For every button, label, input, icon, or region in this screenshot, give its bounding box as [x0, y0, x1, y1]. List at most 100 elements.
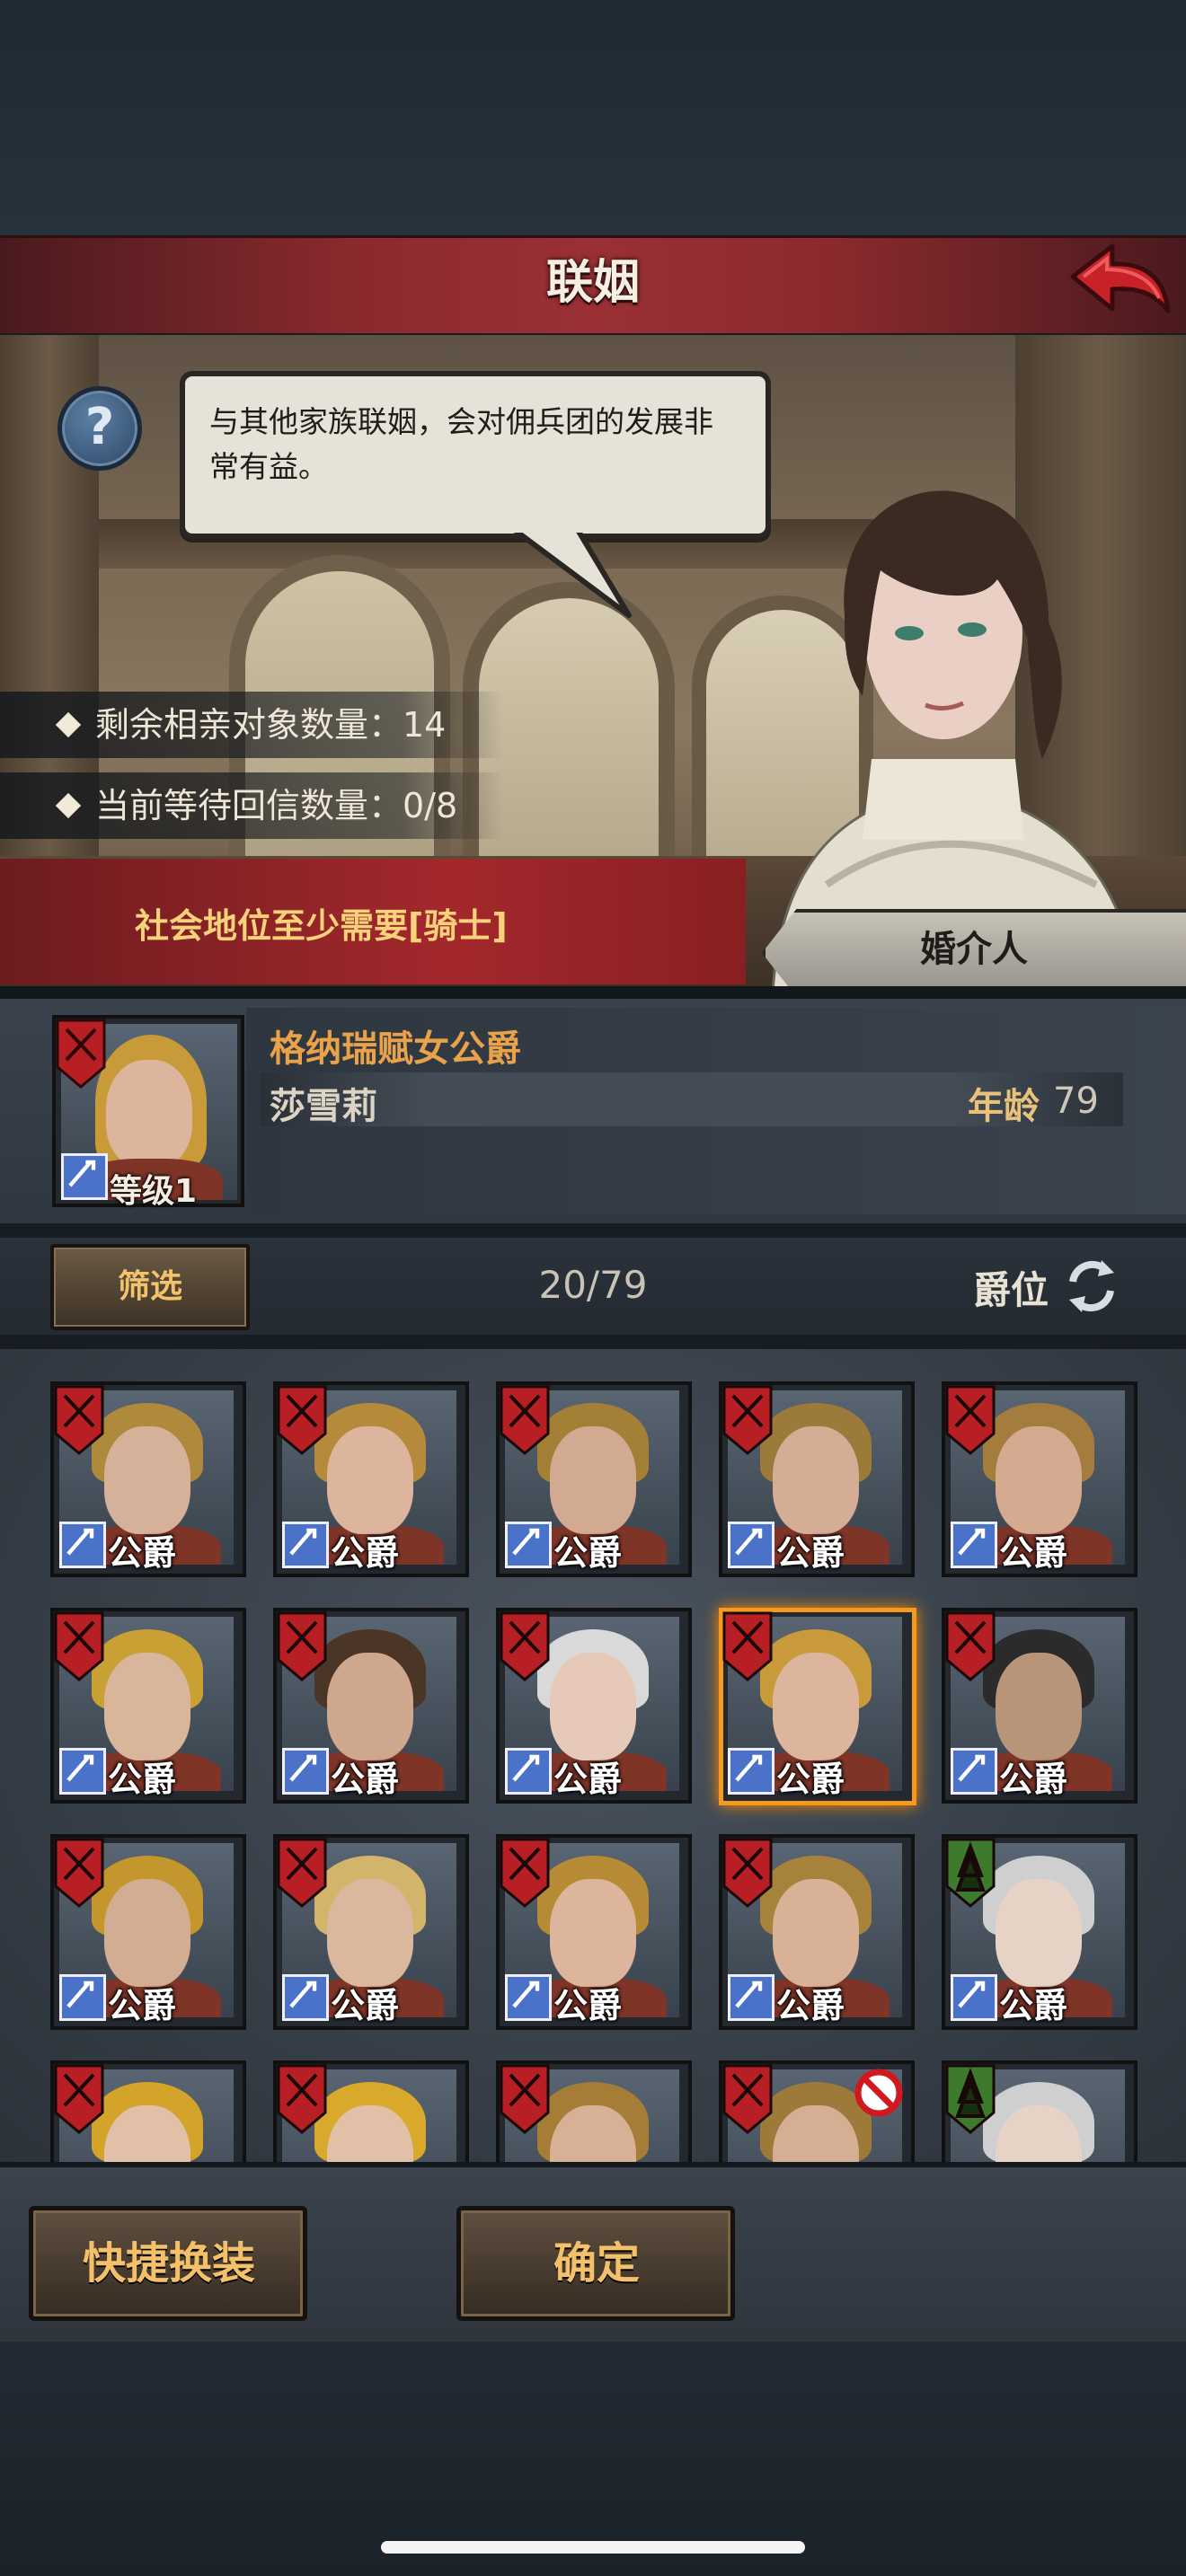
sword-icon — [728, 1974, 774, 2021]
candidate-card[interactable]: 公爵 — [496, 1381, 692, 1577]
crest-icon — [945, 1838, 996, 1908]
divider — [0, 986, 1186, 999]
candidate-card[interactable]: 公爵 — [719, 1834, 915, 2030]
speech-bubble-tail — [503, 525, 632, 618]
face — [773, 1653, 859, 1760]
crest-icon — [277, 2064, 327, 2134]
rank-label: 公爵 — [999, 1533, 1068, 1573]
face — [327, 1426, 413, 1534]
candidate-count: 20/79 — [538, 1263, 648, 1307]
forbidden-icon — [854, 2069, 903, 2117]
confirm-label[interactable]: 确定 — [456, 2210, 737, 2316]
sword-icon — [505, 1748, 552, 1795]
face — [773, 1879, 859, 1987]
candidate-card[interactable]: 公爵 — [50, 1608, 246, 1804]
rank-label: 公爵 — [108, 1986, 177, 2025]
filter-button-label[interactable]: 筛选 — [50, 1244, 250, 1330]
crest-icon — [277, 1611, 327, 1681]
candidate-card[interactable]: 公爵 — [50, 2060, 246, 2162]
sword-icon — [505, 1522, 552, 1568]
crest-icon — [54, 1838, 104, 1908]
rank-label: 公爵 — [776, 1986, 845, 2025]
rank-label: 公爵 — [108, 1533, 177, 1573]
age-value: 79 — [1053, 1081, 1099, 1122]
crest-icon — [54, 1611, 104, 1681]
candidate-card[interactable]: 公爵 — [50, 1834, 246, 2030]
back-button[interactable] — [1066, 241, 1173, 323]
candidate-card[interactable]: 公爵 — [496, 1834, 692, 2030]
face — [550, 1426, 636, 1534]
candidate-card[interactable]: 公爵 — [719, 1381, 915, 1577]
sort-label[interactable]: 爵位 — [973, 1260, 1049, 1315]
sword-icon — [951, 1522, 997, 1568]
home-indicator[interactable] — [381, 2541, 805, 2554]
face — [996, 1426, 1082, 1534]
candidate-card[interactable]: 公爵 — [719, 1608, 916, 1805]
crest-icon — [945, 1385, 996, 1455]
rank-label: 公爵 — [553, 1533, 623, 1573]
crest-icon — [277, 1385, 327, 1455]
matchmaker-label[interactable]: 婚介人 — [762, 909, 1186, 990]
candidate-card[interactable]: 公爵 — [496, 2060, 692, 2162]
face — [773, 1426, 859, 1534]
rank-label: 公爵 — [331, 1986, 400, 2025]
candidate-card[interactable]: 公爵 — [273, 1381, 469, 1577]
candidate-card[interactable]: 公爵 — [942, 1381, 1137, 1577]
sword-icon — [951, 1748, 997, 1795]
face — [996, 1879, 1082, 1987]
sword-icon — [61, 1153, 108, 1200]
crest-icon — [54, 1385, 104, 1455]
candidate-card[interactable]: 公爵 — [273, 1834, 469, 2030]
candidate-card[interactable]: 公爵 — [942, 1608, 1137, 1804]
candidate-card[interactable]: 公爵 — [942, 1834, 1137, 2030]
age-label: 年龄 — [968, 1086, 1040, 1127]
candidate-card[interactable]: 公爵 — [50, 1381, 246, 1577]
crest-icon — [500, 1611, 550, 1681]
face — [327, 1879, 413, 1987]
crest-icon — [945, 2064, 996, 2134]
refresh-icon[interactable] — [1060, 1255, 1123, 1318]
sword-icon — [505, 1974, 552, 2021]
face — [104, 1879, 190, 1987]
candidate-card[interactable]: 公爵 — [719, 2060, 915, 2162]
crest-icon — [500, 1838, 550, 1908]
candidate-card[interactable]: 公爵 — [273, 2060, 469, 2162]
crest-icon — [722, 1838, 773, 1908]
page-title: 联姻 — [545, 256, 640, 310]
face — [996, 1653, 1082, 1760]
candidate-card[interactable]: 公爵 — [273, 1608, 469, 1804]
help-icon[interactable]: ? — [58, 386, 142, 471]
rank-label: 公爵 — [331, 1760, 400, 1799]
rank-label: 公爵 — [331, 1533, 400, 1573]
waiting-count: 当前等待回信数量：0/8 — [95, 786, 458, 825]
rank-label: 公爵 — [776, 1760, 845, 1799]
candidate-card[interactable]: 公爵 — [496, 1608, 692, 1804]
back-arrow-icon — [1070, 243, 1171, 313]
crest-icon — [500, 2064, 550, 2134]
sword-icon — [59, 1522, 106, 1568]
crest-icon — [54, 2064, 104, 2134]
sword-icon — [728, 1748, 774, 1795]
candidate-card[interactable]: 公爵 — [942, 2060, 1137, 2162]
crest-icon — [500, 1385, 550, 1455]
sword-icon — [282, 1522, 329, 1568]
crest-icon — [277, 1838, 327, 1908]
rank-label: 公爵 — [999, 1986, 1068, 2025]
crest-icon — [722, 2064, 773, 2134]
top-backdrop — [0, 0, 1186, 235]
rank-label: 公爵 — [108, 1760, 177, 1799]
rank-label: 公爵 — [553, 1760, 623, 1799]
remaining-count: 剩余相亲对象数量：14 — [95, 705, 447, 745]
dialogue-text: 与其他家族联姻，会对佣兵团的发展非常有益。 — [209, 404, 713, 484]
face — [327, 1653, 413, 1760]
requirement-text: 社会地位至少需要[骑士] — [135, 906, 508, 946]
face — [550, 1653, 636, 1760]
rank-label: 公爵 — [553, 1986, 623, 2025]
sword-icon — [59, 1748, 106, 1795]
crest-icon — [722, 1385, 773, 1455]
quick-equip-label[interactable]: 快捷换装 — [29, 2210, 309, 2316]
stat-row-waiting: 当前等待回信数量：0/8 — [0, 772, 503, 839]
stat-row-remaining: 剩余相亲对象数量：14 — [0, 692, 503, 758]
rank-label: 公爵 — [999, 1760, 1068, 1799]
sword-icon — [282, 1748, 329, 1795]
